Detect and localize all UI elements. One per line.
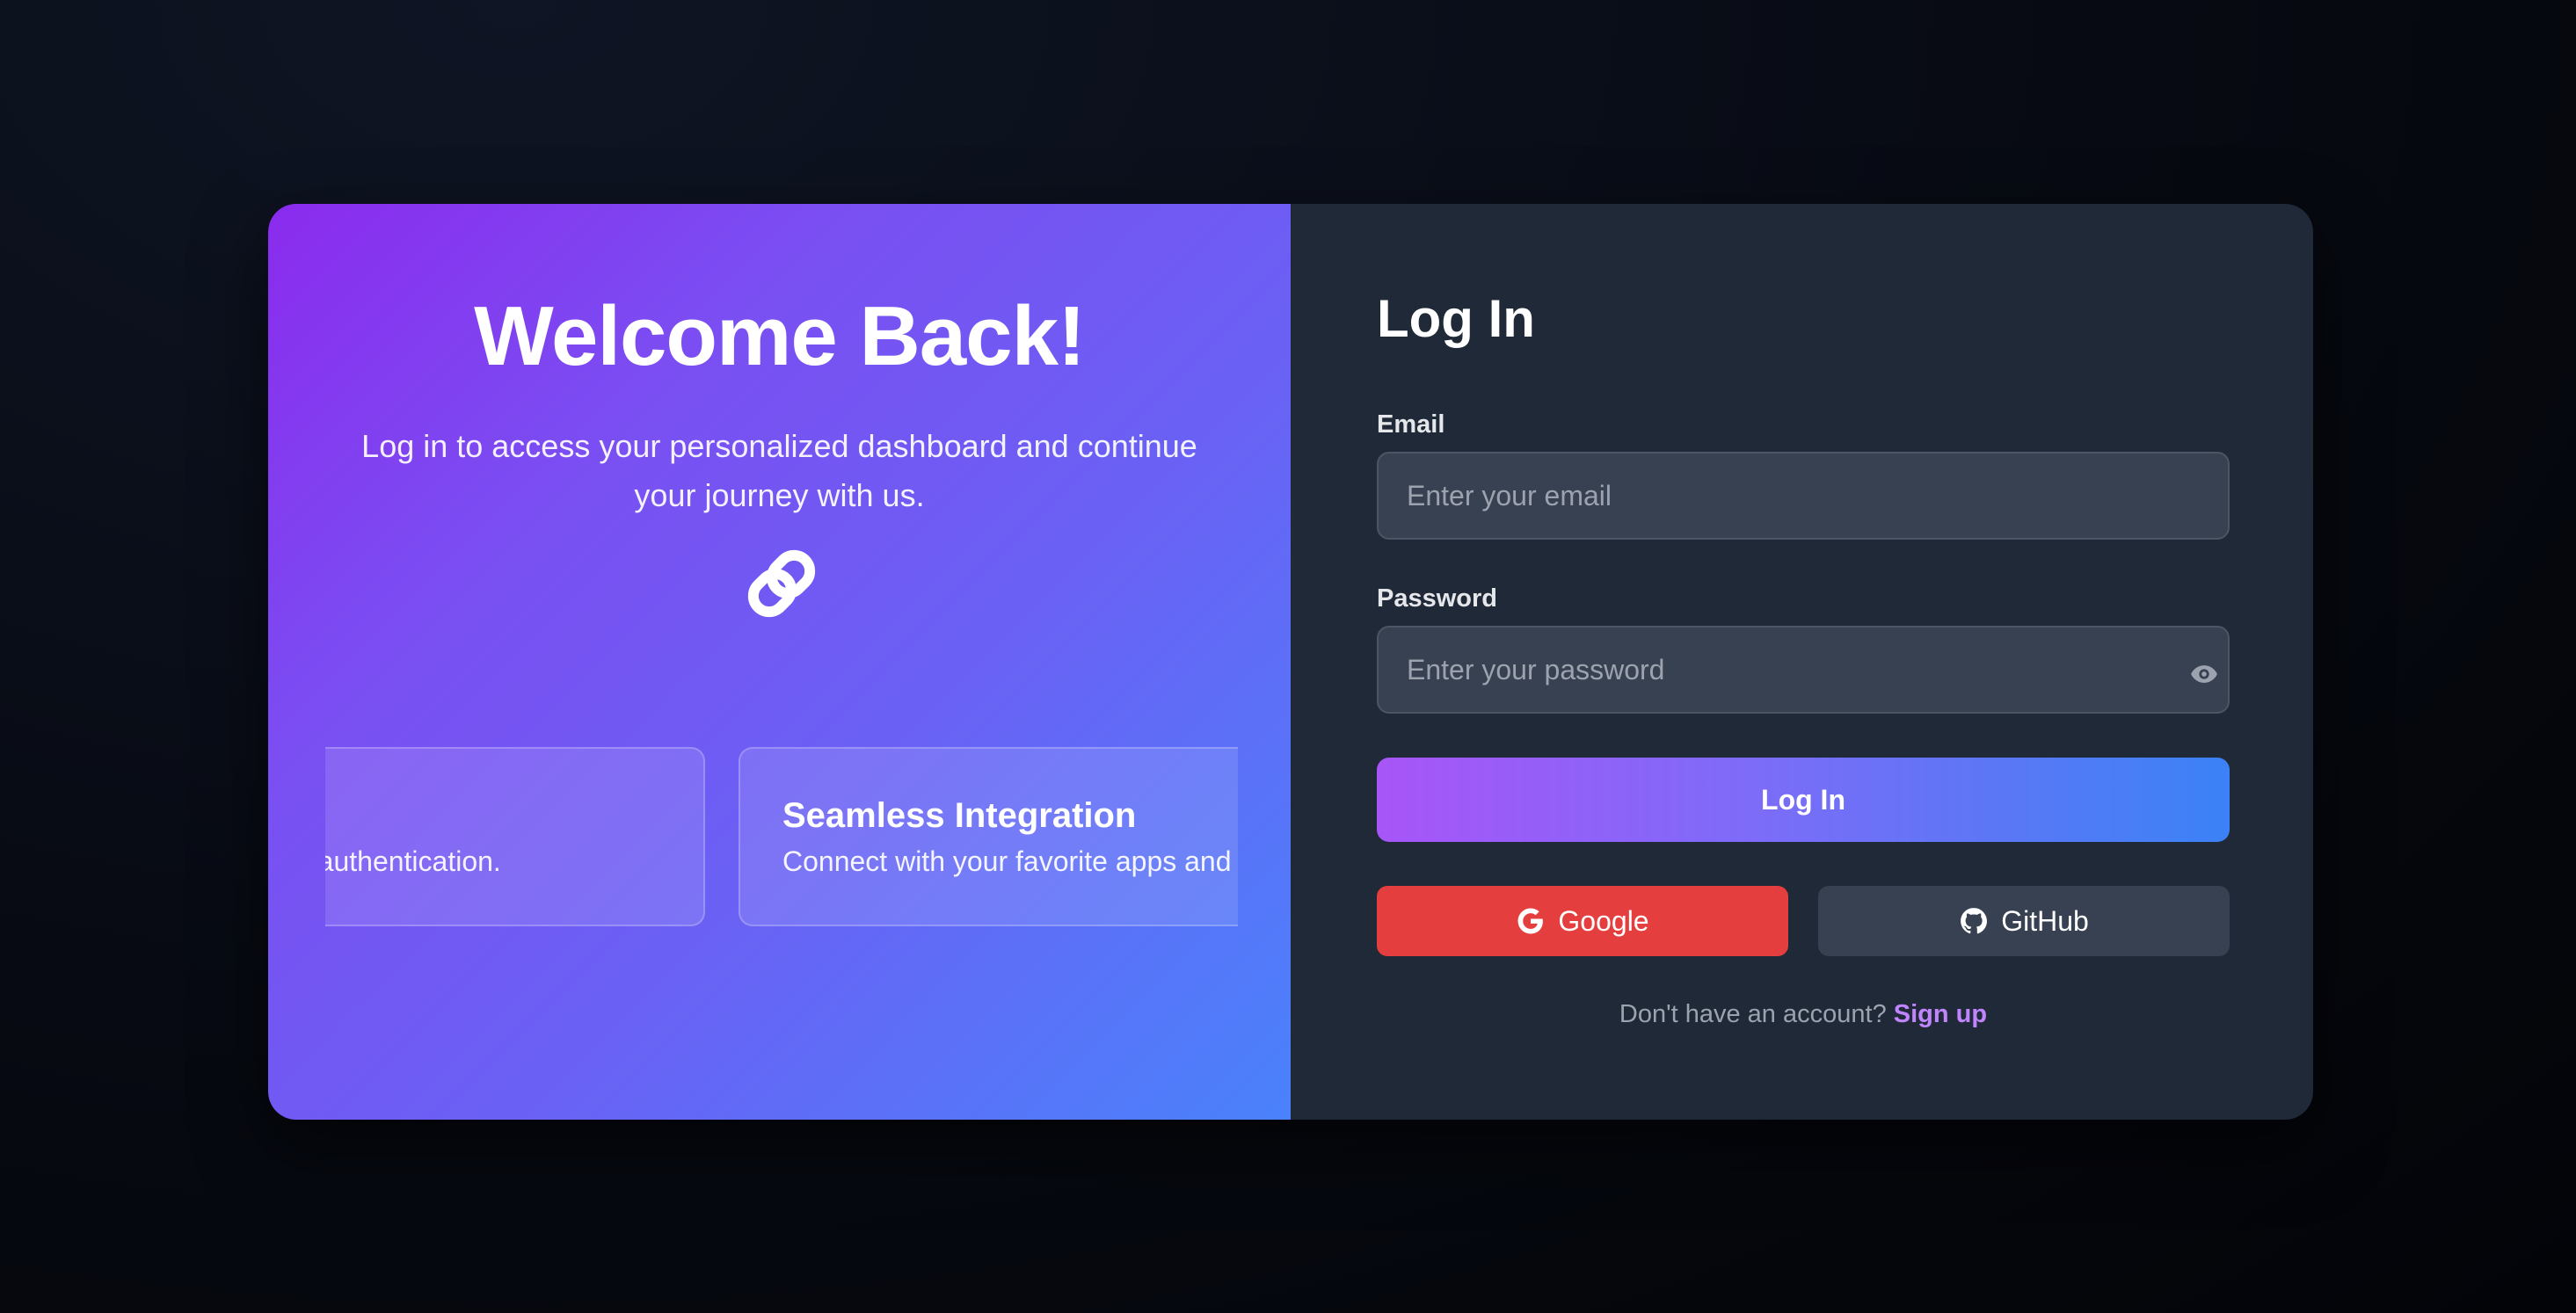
login-button[interactable]: Log In <box>1377 758 2230 842</box>
signup-link[interactable]: Sign up <box>1894 1000 1987 1028</box>
email-label: Email <box>1377 410 1445 439</box>
feature-carousel[interactable]: rauthentication. Seamless Integration Co… <box>325 747 1238 932</box>
feature-description: rauthentication. <box>325 845 501 877</box>
github-login-button[interactable]: GitHub <box>1818 886 2230 956</box>
login-title: Log In <box>1377 289 1535 348</box>
welcome-title: Welcome Back! <box>474 289 1086 383</box>
feature-title: Seamless Integration <box>782 796 1137 835</box>
eye-icon[interactable] <box>2189 659 2219 689</box>
github-icon <box>1961 908 1988 934</box>
welcome-subtitle: Log in to access your personalized dashb… <box>361 428 1197 513</box>
email-field[interactable] <box>1377 452 2230 540</box>
link-icon <box>747 549 816 618</box>
feature-card-integration: Seamless Integration Connect with your f… <box>739 747 1238 926</box>
password-field[interactable] <box>1377 626 2230 714</box>
google-icon <box>1517 908 1544 934</box>
google-login-button[interactable]: Google <box>1377 886 1788 956</box>
login-card: Welcome Back! Log in to access your pers… <box>268 204 2313 1120</box>
welcome-panel: Welcome Back! Log in to access your pers… <box>268 204 1291 1120</box>
feature-card-authentication: rauthentication. <box>325 747 705 926</box>
google-button-label: Google <box>1558 904 1649 937</box>
password-label: Password <box>1377 584 1497 613</box>
login-panel: Log In Email Password Log In Google GitH… <box>1291 204 2313 1120</box>
github-button-label: GitHub <box>2001 904 2089 937</box>
feature-description: Connect with your favorite apps and <box>782 845 1232 877</box>
signup-prompt: Don't have an account? Sign up <box>1377 1000 2230 1029</box>
signup-prompt-text: Don't have an account? <box>1619 1000 1887 1028</box>
